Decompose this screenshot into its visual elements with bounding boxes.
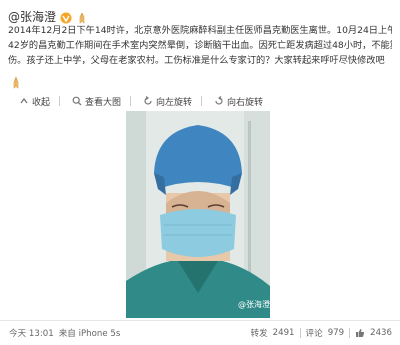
toolbar-divider (59, 96, 61, 106)
post-line: 42岁的昌克勤工作期间在手术室内突然晕倒，诊断脑干出血。因死亡距发病超过48小时… (8, 40, 392, 51)
post-time[interactable]: 今天 13:01 (9, 327, 54, 339)
post-line: 2014年12月2日下午14时许，北京意外医院麻醉科副主任医师昌克勤医生离世。1… (8, 25, 392, 36)
view-large-label: 查看大图 (85, 97, 122, 108)
collapse-button[interactable]: 收起 (19, 95, 61, 108)
rotate-left-button[interactable]: 向左旋转 (143, 95, 203, 108)
pray-hands-icon (76, 12, 88, 24)
like-icon[interactable] (355, 328, 365, 338)
pray-hands-icon (9, 74, 23, 89)
rotate-right-label: 向右旋转 (227, 97, 264, 108)
rotate-left-icon (143, 96, 153, 106)
doctor-portrait-image: @张海澄 (126, 111, 270, 318)
image-toolbar: 收起 查看大图 向左旋转 向右旋转 (19, 94, 263, 108)
post-footer: 今天 13:01 来自 iPhone 5s 转发 2491 评论 979 243… (0, 320, 400, 345)
collapse-icon (19, 96, 29, 106)
repost-count[interactable]: 2491 (273, 328, 295, 338)
like-count[interactable]: 2436 (370, 328, 392, 338)
post-body: 2014年12月2日下午14时许，北京意外医院麻醉科副主任医师昌克勤医生离世。1… (8, 23, 392, 68)
toolbar-divider (201, 96, 203, 106)
rotate-left-label: 向左旋转 (156, 97, 193, 108)
view-large-button[interactable]: 查看大图 (72, 95, 132, 108)
post-line: 伤。孩子还上中学，父母在老家农村。工伤标准是什么专家订的？大家转起来呼吁尽快修改… (8, 55, 385, 66)
post-meta: 今天 13:01 来自 iPhone 5s (9, 327, 120, 339)
rotate-right-button[interactable]: 向右旋转 (214, 95, 263, 108)
comment-label[interactable]: 评论 (306, 327, 323, 339)
repost-label[interactable]: 转发 (250, 327, 267, 339)
rotate-right-icon (214, 96, 224, 106)
photo-watermark: @张海澄 (238, 299, 270, 309)
magnify-icon (72, 96, 82, 106)
stats-divider (349, 328, 351, 338)
toolbar-divider (130, 96, 132, 106)
stats-divider (299, 328, 301, 338)
weibo-post: @张海澄 2014年12月2日下午14时许，北京意外医院麻醉科副主任医师昌克勤医… (0, 0, 400, 344)
verified-icon (60, 12, 72, 24)
comment-count[interactable]: 979 (328, 328, 344, 338)
collapse-label: 收起 (32, 97, 51, 108)
post-stats: 转发 2491 评论 979 2436 (250, 327, 392, 339)
post-photo[interactable]: @张海澄 (126, 111, 270, 318)
post-source[interactable]: 来自 iPhone 5s (59, 327, 121, 339)
